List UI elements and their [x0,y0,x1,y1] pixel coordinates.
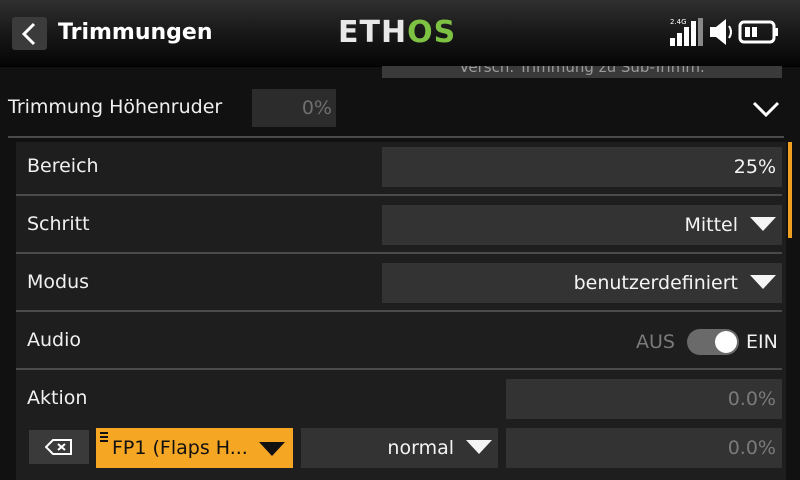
schritt-value: Mittel [684,214,738,236]
trim-group-title: Trimmung Höhenruder [8,96,223,118]
schritt-label: Schritt [27,213,90,235]
battery-icon [738,20,778,44]
bereich-field[interactable]: 25% [382,147,782,187]
chevron-down-icon[interactable] [752,100,780,118]
clear-button[interactable] [29,430,89,464]
audio-toggle[interactable] [687,329,739,355]
move-trim-button[interactable]: Versch. Trimmung zu Sub-Trimm. [382,66,782,78]
trim-value: 0% [252,89,336,127]
signal-label: 2.4G [670,18,687,26]
dropdown-arrow-icon [750,216,776,231]
page-title: Trimmungen [58,20,213,45]
schritt-dropdown[interactable]: Mittel [382,205,782,245]
divider [16,310,782,312]
mode-value: normal [387,437,454,459]
dropdown-arrow-icon [466,439,492,454]
chevron-left-icon [21,22,36,46]
mode-dropdown[interactable]: normal [301,428,498,468]
signal-icon: 2.4G [670,18,703,46]
status-icons: 2.4G [670,16,790,48]
divider [16,194,782,196]
audio-off-label: AUS [636,331,675,353]
modus-value: benutzerdefiniert [573,272,738,294]
backspace-icon [45,439,72,455]
toggle-knob [715,331,737,353]
dropdown-arrow-icon [750,274,776,289]
scrollbar[interactable] [788,142,792,238]
divider [16,368,782,370]
aktion-label: Aktion [27,387,88,409]
ethos-logo: ETHOS [338,15,457,50]
modus-dropdown[interactable]: benutzerdefiniert [382,263,782,303]
source-value: FP1 (Flaps H... [112,437,248,459]
source-selector[interactable]: FP1 (Flaps H... [96,428,293,468]
header-bar: Trimmungen ETHOS 2.4G [0,0,800,67]
divider [16,252,782,254]
audio-on-label: EIN [746,331,778,353]
bereich-label: Bereich [27,155,99,177]
aktion-value-1[interactable]: 0.0% [506,379,782,419]
aktion-value-2[interactable]: 0.0% [506,428,782,468]
speaker-icon [710,19,732,45]
list-icon [100,432,108,444]
content-area: Versch. Trimmung zu Sub-Trimm. Trimmung … [0,66,800,480]
back-button[interactable] [12,17,47,50]
dropdown-arrow-icon [259,442,285,456]
divider [8,136,784,138]
modus-label: Modus [27,271,90,293]
audio-label: Audio [27,329,82,351]
